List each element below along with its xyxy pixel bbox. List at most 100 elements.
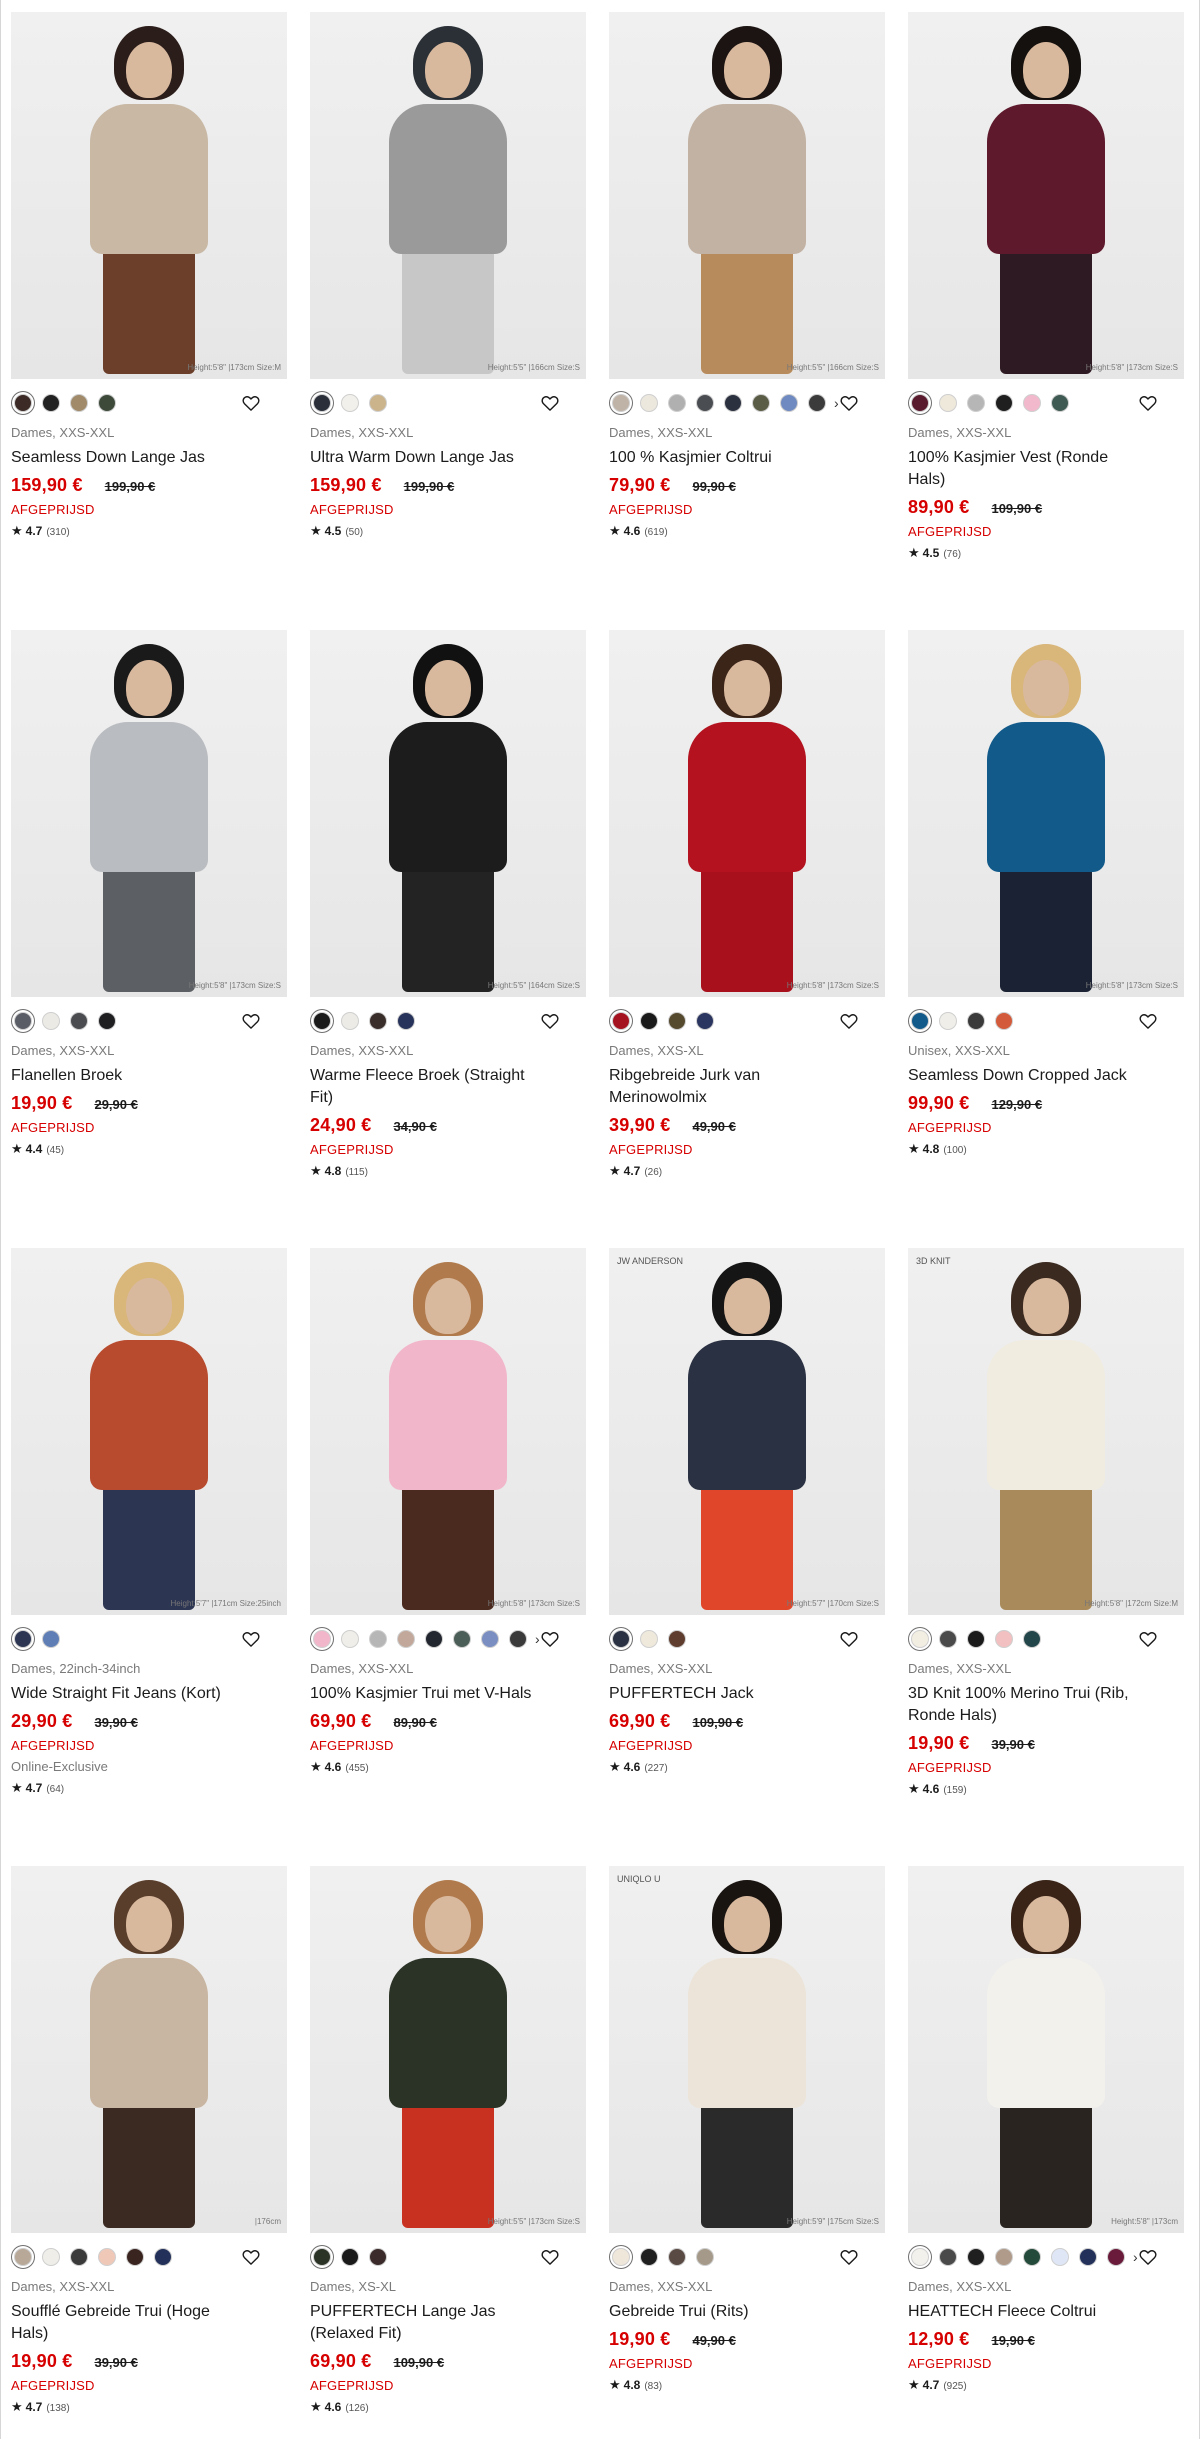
product-name[interactable]: Wide Straight Fit Jeans (Kort) xyxy=(11,1683,251,1705)
color-swatch[interactable] xyxy=(126,2248,144,2266)
color-swatch[interactable] xyxy=(995,2248,1013,2266)
color-swatch[interactable] xyxy=(369,2248,387,2266)
color-swatch[interactable] xyxy=(1107,2248,1125,2266)
color-swatch[interactable] xyxy=(939,1630,957,1648)
product-card[interactable]: Height:5'8" |173cm Size:S Dames, XXS-XL Ri… xyxy=(609,630,885,1248)
product-name[interactable]: Seamless Down Cropped Jack xyxy=(908,1065,1148,1087)
color-swatch[interactable] xyxy=(967,394,985,412)
product-name[interactable]: Seamless Down Lange Jas xyxy=(11,447,251,469)
color-swatch[interactable] xyxy=(1051,394,1069,412)
color-swatch[interactable] xyxy=(612,2248,630,2266)
product-card[interactable]: Height:5'8" |173cm Size:S › Dames, XXS-XXL… xyxy=(310,1248,586,1866)
chevron-right-icon[interactable]: › xyxy=(834,395,839,411)
product-image[interactable]: Height:5'5" |166cm Size:S xyxy=(310,12,586,379)
product-image[interactable]: |176cm xyxy=(11,1866,287,2233)
color-swatch[interactable] xyxy=(612,1012,630,1030)
product-image[interactable]: Height:5'5" |164cm Size:S xyxy=(310,630,586,997)
favorite-heart-icon[interactable] xyxy=(839,1011,859,1031)
product-name[interactable]: Flanellen Broek xyxy=(11,1065,251,1087)
favorite-heart-icon[interactable] xyxy=(1138,1011,1158,1031)
color-swatch[interactable] xyxy=(696,2248,714,2266)
product-name[interactable]: Soufflé Gebreide Trui (Hoge Hals) xyxy=(11,2301,251,2345)
color-swatch[interactable] xyxy=(453,1630,471,1648)
color-swatch[interactable] xyxy=(481,1630,499,1648)
color-swatch[interactable] xyxy=(668,1012,686,1030)
color-swatch[interactable] xyxy=(640,394,658,412)
color-swatch[interactable] xyxy=(313,394,331,412)
color-swatch[interactable] xyxy=(668,394,686,412)
product-name[interactable]: HEATTECH Fleece Coltrui xyxy=(908,2301,1148,2323)
product-name[interactable]: Gebreide Trui (Rits) xyxy=(609,2301,849,2323)
product-card[interactable]: Height:5'8" |173cm Size:S Dames, XXS-XXL 1… xyxy=(908,12,1184,630)
color-swatch[interactable] xyxy=(70,2248,88,2266)
product-image[interactable]: Height:5'8" |173cm xyxy=(908,1866,1184,2233)
favorite-heart-icon[interactable] xyxy=(1138,393,1158,413)
favorite-heart-icon[interactable] xyxy=(839,1629,859,1649)
product-name[interactable]: PUFFERTECH Jack xyxy=(609,1683,849,1705)
color-swatch[interactable] xyxy=(1051,2248,1069,2266)
product-name[interactable]: 3D Knit 100% Merino Trui (Rib, Ronde Hal… xyxy=(908,1683,1148,1727)
color-swatch[interactable] xyxy=(341,394,359,412)
product-card[interactable]: Height:5'8" |173cm › Dames, XXS-XXL HEATTEC… xyxy=(908,1866,1184,2439)
favorite-heart-icon[interactable] xyxy=(241,1629,261,1649)
color-swatch[interactable] xyxy=(369,1012,387,1030)
product-image[interactable]: Height:5'8" |173cm Size:S xyxy=(310,1248,586,1615)
color-swatch[interactable] xyxy=(14,1630,32,1648)
color-swatch[interactable] xyxy=(995,1630,1013,1648)
color-swatch[interactable] xyxy=(98,394,116,412)
color-swatch[interactable] xyxy=(724,394,742,412)
color-swatch[interactable] xyxy=(696,1012,714,1030)
color-swatch[interactable] xyxy=(911,1630,929,1648)
product-image[interactable]: Height:5'8" |173cm Size:S xyxy=(908,630,1184,997)
product-card[interactable]: Height:5'5" |164cm Size:S Dames, XXS-XXL W… xyxy=(310,630,586,1248)
color-swatch[interactable] xyxy=(612,394,630,412)
color-swatch[interactable] xyxy=(967,1630,985,1648)
color-swatch[interactable] xyxy=(313,1012,331,1030)
color-swatch[interactable] xyxy=(313,2248,331,2266)
product-image[interactable]: Height:5'7" |171cm Size:25inch xyxy=(11,1248,287,1615)
color-swatch[interactable] xyxy=(967,2248,985,2266)
color-swatch[interactable] xyxy=(70,1012,88,1030)
product-card[interactable]: UNIQLO U Height:5'9" |175cm Size:S Dames, … xyxy=(609,1866,885,2439)
favorite-heart-icon[interactable] xyxy=(839,2247,859,2267)
color-swatch[interactable] xyxy=(425,1630,443,1648)
product-name[interactable]: Warme Fleece Broek (Straight Fit) xyxy=(310,1065,550,1109)
product-card[interactable]: JW ANDERSON Height:5'7" |170cm Size:S Dame… xyxy=(609,1248,885,1866)
color-swatch[interactable] xyxy=(369,394,387,412)
product-card[interactable]: Height:5'8" |173cm Size:M Dames, XXS-XXL S… xyxy=(11,12,287,630)
product-card[interactable]: Height:5'7" |171cm Size:25inch Dames, 22i… xyxy=(11,1248,287,1866)
color-swatch[interactable] xyxy=(42,394,60,412)
product-image[interactable]: Height:5'5" |166cm Size:S xyxy=(609,12,885,379)
color-swatch[interactable] xyxy=(808,394,826,412)
color-swatch[interactable] xyxy=(939,1012,957,1030)
color-swatch[interactable] xyxy=(939,394,957,412)
color-swatch[interactable] xyxy=(939,2248,957,2266)
product-card[interactable]: Height:5'8" |173cm Size:S Unisex, XXS-XXL… xyxy=(908,630,1184,1248)
product-image[interactable]: Height:5'8" |173cm Size:M xyxy=(11,12,287,379)
color-swatch[interactable] xyxy=(967,1012,985,1030)
color-swatch[interactable] xyxy=(780,394,798,412)
color-swatch[interactable] xyxy=(509,1630,527,1648)
product-card[interactable]: Height:5'8" |173cm Size:S Dames, XXS-XXL F… xyxy=(11,630,287,1248)
color-swatch[interactable] xyxy=(369,1630,387,1648)
color-swatch[interactable] xyxy=(1023,394,1041,412)
color-swatch[interactable] xyxy=(752,394,770,412)
color-swatch[interactable] xyxy=(911,1012,929,1030)
color-swatch[interactable] xyxy=(341,1012,359,1030)
color-swatch[interactable] xyxy=(42,2248,60,2266)
product-card[interactable]: 3D KNIT Height:5'8" |172cm Size:M Dames, X… xyxy=(908,1248,1184,1866)
favorite-heart-icon[interactable] xyxy=(540,1011,560,1031)
color-swatch[interactable] xyxy=(668,1630,686,1648)
color-swatch[interactable] xyxy=(313,1630,331,1648)
product-image[interactable]: 3D KNIT Height:5'8" |172cm Size:M xyxy=(908,1248,1184,1615)
product-card[interactable]: Height:5'5" |166cm Size:S Dames, XXS-XXL U… xyxy=(310,12,586,630)
color-swatch[interactable] xyxy=(70,394,88,412)
favorite-heart-icon[interactable] xyxy=(540,2247,560,2267)
favorite-heart-icon[interactable] xyxy=(241,393,261,413)
color-swatch[interactable] xyxy=(911,2248,929,2266)
product-image[interactable]: JW ANDERSON Height:5'7" |170cm Size:S xyxy=(609,1248,885,1615)
color-swatch[interactable] xyxy=(668,2248,686,2266)
favorite-heart-icon[interactable] xyxy=(1138,2247,1158,2267)
color-swatch[interactable] xyxy=(341,2248,359,2266)
product-image[interactable]: Height:5'8" |173cm Size:S xyxy=(609,630,885,997)
